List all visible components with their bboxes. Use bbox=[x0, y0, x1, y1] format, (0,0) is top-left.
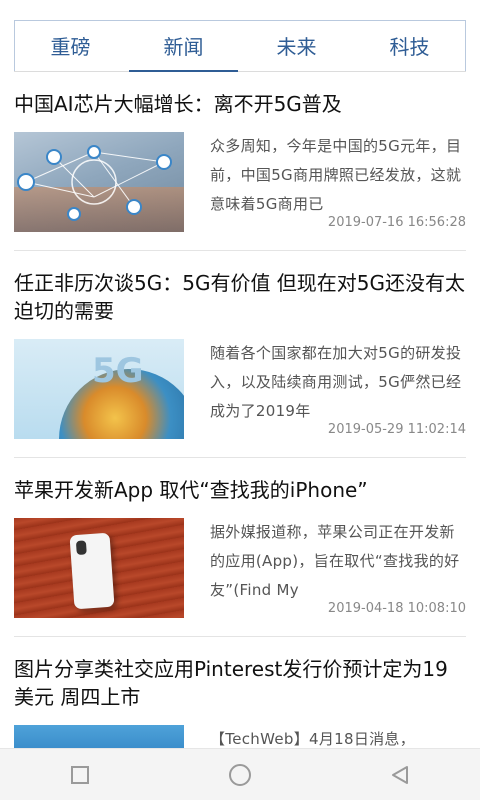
news-timestamp: 2019-04-18 10:08:10 bbox=[327, 601, 466, 616]
tab-zhongbang[interactable]: 重磅 bbox=[14, 20, 127, 71]
news-item[interactable]: 中国AI芯片大幅增长：离不开5G普及 众多周知，今年是中国的5G元年，目前，中国… bbox=[0, 72, 480, 251]
news-timestamp: 2019-05-29 11:02:14 bbox=[327, 422, 466, 437]
circle-home-icon bbox=[229, 763, 251, 786]
news-item[interactable]: 图片分享类社交应用Pinterest发行价预计定为19美元 周四上市 【Tech… bbox=[0, 637, 480, 748]
system-navigation-bar bbox=[0, 748, 480, 800]
tab-keji[interactable]: 科技 bbox=[353, 20, 466, 71]
news-thumbnail[interactable]: 5G bbox=[14, 339, 184, 439]
tab-label: 未来 bbox=[276, 35, 317, 59]
news-title[interactable]: 中国AI芯片大幅增长：离不开5G普及 bbox=[14, 72, 466, 128]
news-timestamp: 2019-07-16 16:56:28 bbox=[327, 215, 466, 230]
news-thumbnail[interactable] bbox=[14, 725, 184, 748]
recents-button[interactable] bbox=[50, 755, 110, 795]
back-button[interactable] bbox=[370, 755, 430, 795]
news-title[interactable]: 苹果开发新App 取代“查找我的iPhone” bbox=[14, 458, 466, 514]
iphone-image bbox=[69, 532, 115, 610]
news-summary: 随着各个国家都在加大对5G的研发投入，以及陆续商用测试，5G俨然已经成为了201… bbox=[210, 344, 462, 420]
category-tab-bar: 重磅 新闻 未来 科技 bbox=[14, 20, 466, 72]
news-title[interactable]: 图片分享类社交应用Pinterest发行价预计定为19美元 周四上市 bbox=[14, 637, 466, 721]
5g-logo-text: 5G bbox=[92, 351, 144, 391]
tab-xinwen[interactable]: 新闻 bbox=[127, 20, 240, 72]
news-thumbnail[interactable] bbox=[14, 518, 184, 618]
tab-label: 重磅 bbox=[50, 35, 91, 59]
news-thumbnail[interactable] bbox=[14, 132, 184, 232]
news-summary: 众多周知，今年是中国的5G元年，目前，中国5G商用牌照已经发放，这就意味着5G商… bbox=[210, 137, 462, 213]
news-summary: 【TechWeb】4月18日消息， bbox=[210, 730, 416, 748]
news-title[interactable]: 任正非历次谈5G：5G有价值 但现在对5G还没有太迫切的需要 bbox=[14, 251, 466, 335]
news-item[interactable]: 任正非历次谈5G：5G有价值 但现在对5G还没有太迫切的需要 5G 随着各个国家… bbox=[0, 251, 480, 458]
home-button[interactable] bbox=[210, 755, 270, 795]
tab-label: 新闻 bbox=[163, 35, 204, 59]
news-item[interactable]: 苹果开发新App 取代“查找我的iPhone” 据外媒报道称，苹果公司正在开发新… bbox=[0, 458, 480, 637]
news-summary: 据外媒报道称，苹果公司正在开发新的应用(App)，旨在取代“查找我的好友”(Fi… bbox=[210, 523, 460, 599]
news-feed[interactable]: 中国AI芯片大幅增长：离不开5G普及 众多周知，今年是中国的5G元年，目前，中国… bbox=[0, 72, 480, 748]
tab-label: 科技 bbox=[389, 35, 430, 59]
square-recents-icon bbox=[71, 765, 89, 784]
tab-weilai[interactable]: 未来 bbox=[240, 20, 353, 71]
triangle-back-icon bbox=[392, 765, 408, 784]
